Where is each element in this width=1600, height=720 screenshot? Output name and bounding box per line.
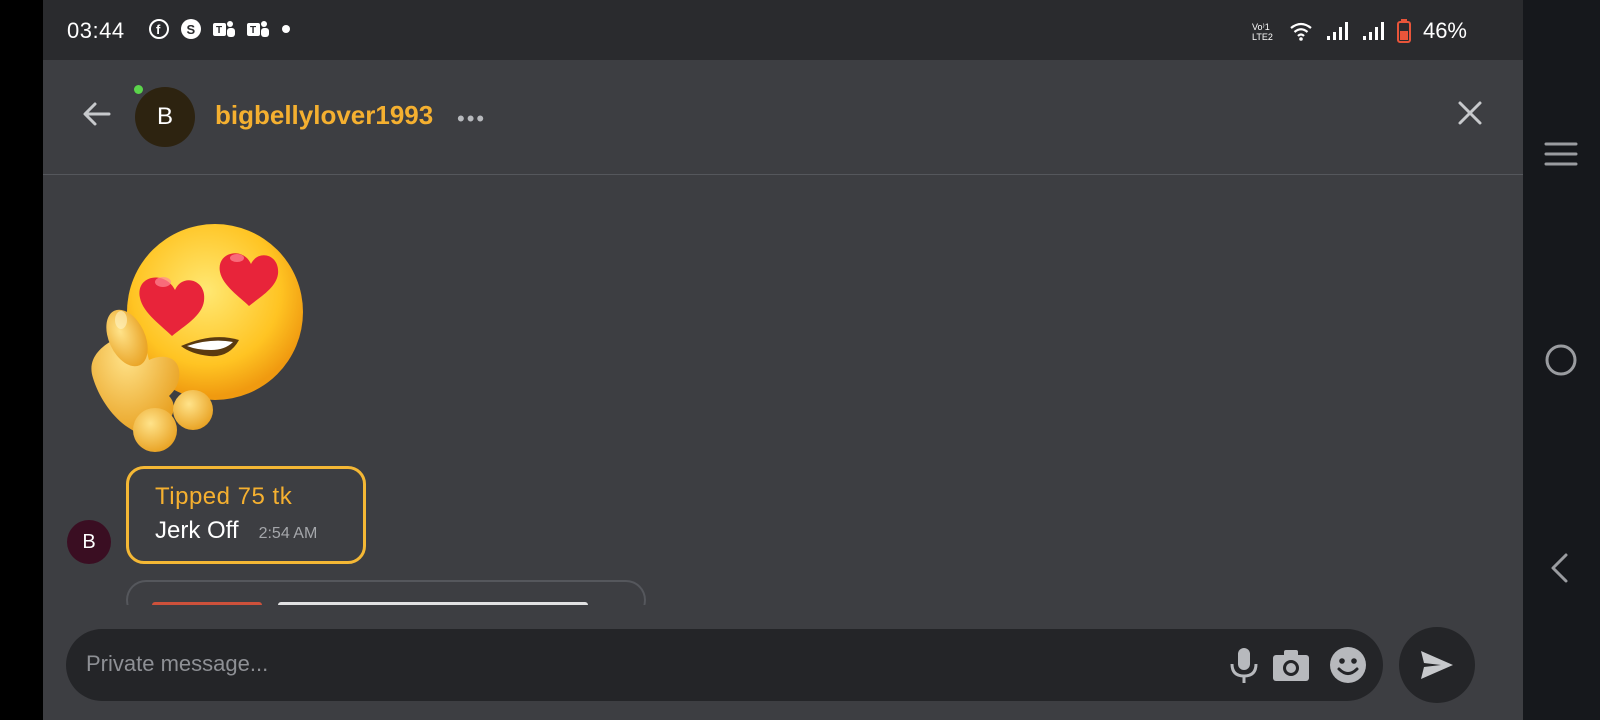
teams-icon: T — [247, 21, 269, 37]
notification-icons: f S T T — [148, 18, 292, 40]
wifi-icon — [1290, 22, 1312, 41]
signal-icon — [1326, 22, 1348, 40]
emoji-picker-icon[interactable] — [1328, 645, 1368, 685]
send-icon — [1421, 651, 1453, 679]
tip-body: Jerk Off 2:54 AM — [155, 517, 337, 545]
battery-icon — [1396, 19, 1411, 43]
close-icon[interactable] — [1453, 96, 1487, 130]
send-button[interactable] — [1399, 627, 1475, 703]
tip-message-bubble: Tipped 75 tk Jerk Off 2:54 AM — [126, 466, 366, 564]
online-status-dot — [134, 85, 143, 94]
back-icon[interactable] — [1541, 548, 1581, 588]
header-avatar-wrap[interactable]: B — [134, 85, 195, 147]
heart-eyes-emoji-sticker — [91, 224, 303, 452]
recent-apps-icon[interactable] — [1541, 134, 1581, 174]
app-screen: 03:44 f S T T Vo⁾1 LTE2 46% B bigbellylov… — [43, 0, 1523, 720]
microphone-icon[interactable] — [1226, 645, 1262, 685]
message-timestamp: 2:54 AM — [258, 525, 318, 542]
input-placeholder: Private message... — [86, 651, 269, 676]
svg-text:T: T — [250, 25, 256, 36]
svg-text:Vo⁾1: Vo⁾1 — [1252, 22, 1270, 32]
tip-text: Jerk Off — [155, 517, 239, 544]
status-bar: 03:44 f S T T Vo⁾1 LTE2 46% — [43, 0, 1523, 60]
left-edge — [0, 0, 43, 720]
teams-icon: T — [213, 21, 235, 37]
message-composer: Private message... — [43, 612, 1523, 720]
skype-icon: S — [181, 19, 201, 39]
private-message-input[interactable]: Private message... — [66, 629, 1383, 701]
message-avatar[interactable]: B — [67, 520, 111, 564]
status-right: Vo⁾1 LTE2 46% — [1251, 18, 1467, 44]
camera-icon[interactable] — [1271, 645, 1311, 685]
status-time: 03:44 — [67, 18, 125, 43]
back-arrow-icon[interactable] — [79, 96, 115, 132]
svg-text:T: T — [216, 25, 222, 36]
battery-percent: 46% — [1422, 18, 1467, 43]
more-options-icon[interactable]: ••• — [457, 106, 486, 132]
android-navigation-bar — [1523, 0, 1600, 720]
svg-text:S: S — [187, 22, 196, 37]
chat-username[interactable]: bigbellylover1993 — [215, 100, 433, 131]
volte-icon: Vo⁾1LTE2 — [1252, 22, 1273, 42]
chat-header: B bigbellylover1993 ••• — [43, 60, 1523, 175]
svg-text:f: f — [156, 22, 161, 37]
svg-text:LTE2: LTE2 — [1252, 32, 1273, 42]
home-icon[interactable] — [1541, 340, 1581, 380]
tip-amount: Tipped 75 tk — [155, 483, 293, 510]
signal-icon — [1362, 22, 1384, 40]
avatar[interactable]: B — [135, 87, 195, 147]
facebook-icon: f — [149, 19, 169, 39]
dot-icon — [282, 25, 290, 33]
